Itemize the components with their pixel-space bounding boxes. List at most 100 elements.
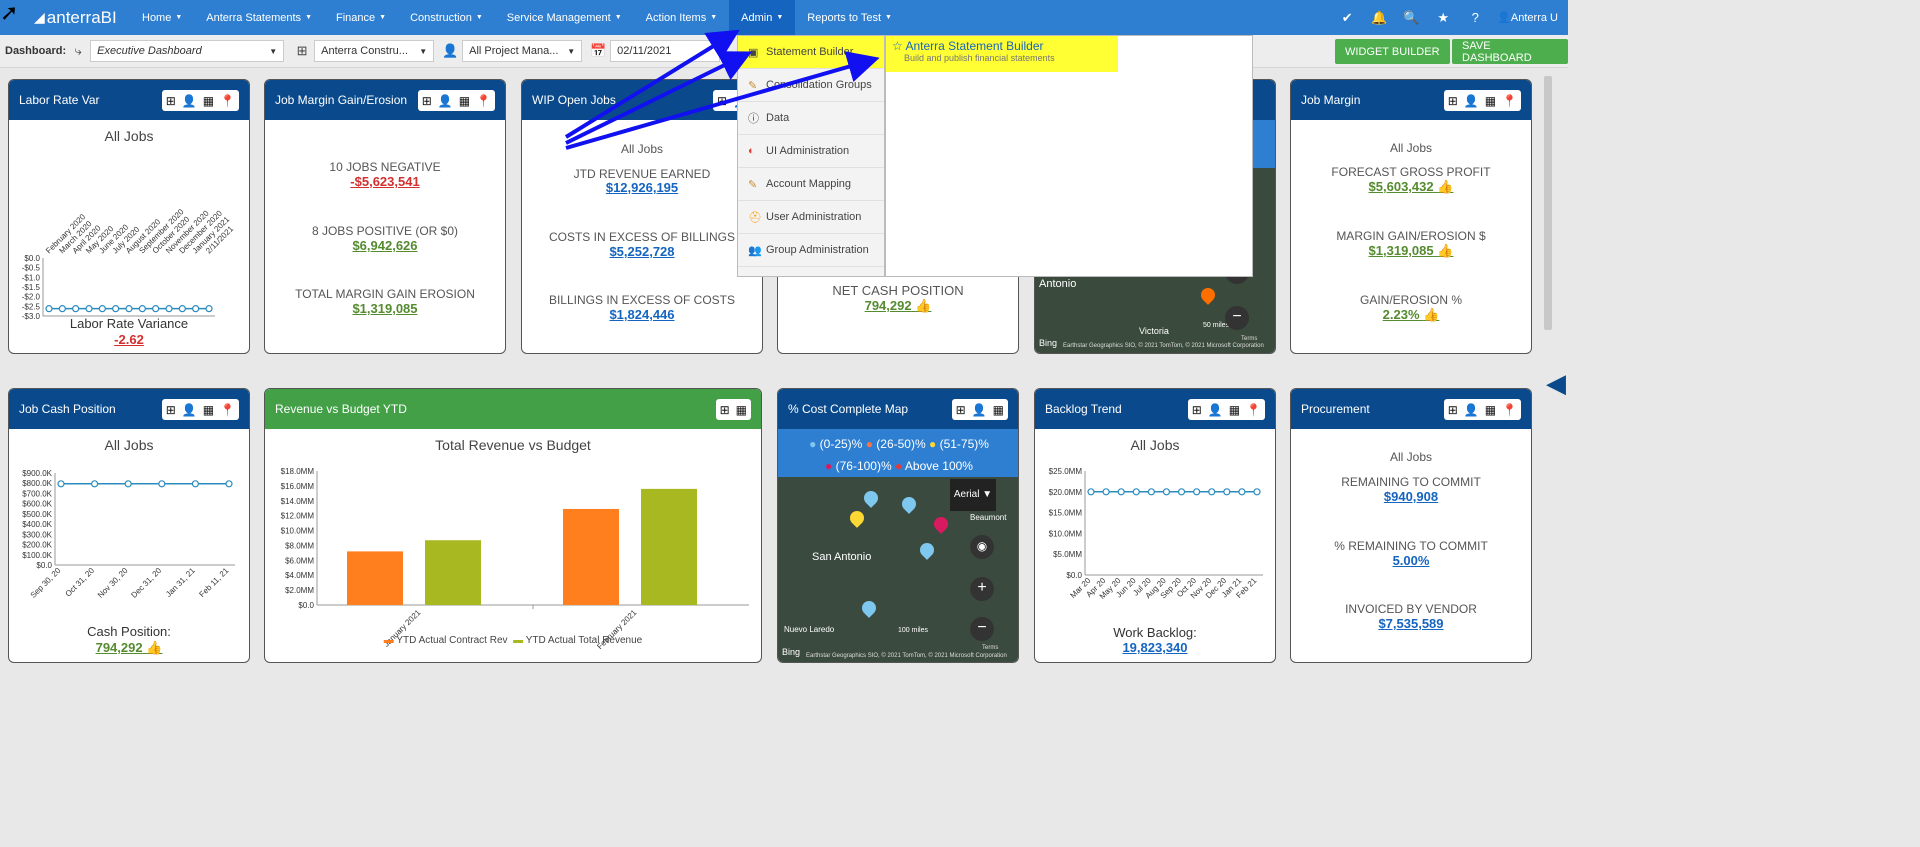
manager-select[interactable]: All Project Mana... ▼: [462, 40, 583, 62]
y-tick-label: $100.0K: [22, 551, 52, 560]
hierarchy-icon[interactable]: ⊞: [1192, 403, 1202, 417]
y-tick-label: $4.0MM: [285, 571, 314, 580]
company-select[interactable]: Anterra Constru... ▼: [314, 40, 435, 62]
card-header: Job Margin Gain/Erosion ⊞ 👤 ▦ 📍: [265, 80, 505, 120]
map-pin-icon[interactable]: [917, 540, 937, 560]
star-icon[interactable]: ★: [1427, 10, 1459, 26]
y-tick-label: $0.0: [1066, 571, 1082, 580]
thumbs-up-icon: 👍: [915, 298, 932, 313]
calendar-icon[interactable]: ▦: [1229, 403, 1240, 417]
user-icon: 👤: [1497, 12, 1511, 24]
date-input[interactable]: 02/11/2021: [610, 40, 721, 62]
menu-item-statement-builder[interactable]: ▣ Statement Builder: [738, 36, 884, 69]
zoom-in-icon[interactable]: +: [970, 577, 994, 601]
card-tools: ⊞ 👤 ▦ 📍: [1443, 90, 1521, 111]
data-point: [1162, 488, 1171, 496]
calendar-icon[interactable]: ▦: [203, 403, 214, 417]
nav-home[interactable]: Home ▼: [130, 0, 194, 35]
map-pin-icon[interactable]: [861, 488, 881, 508]
hierarchy-icon[interactable]: ⊞: [166, 94, 176, 108]
calendar-icon[interactable]: ▦: [736, 403, 747, 417]
org-chart-icon: ⊞: [296, 43, 308, 58]
nav-service-management[interactable]: Service Management ▼: [495, 0, 634, 35]
dashboard-select[interactable]: Executive Dashboard ▼: [90, 40, 285, 62]
nav-reports-to-test[interactable]: Reports to Test ▼: [795, 0, 904, 35]
mouse-cursor-icon: ➚: [0, 0, 19, 25]
footer-value[interactable]: -2.62: [9, 332, 249, 347]
data-point: [1223, 488, 1231, 496]
person-icon[interactable]: 👤: [182, 94, 197, 108]
user-menu[interactable]: 👤Anterra U: [1497, 11, 1558, 24]
hierarchy-icon[interactable]: ⊞: [422, 94, 432, 108]
pin-icon[interactable]: 📍: [476, 94, 491, 108]
dashboard-label: Dashboard:: [5, 45, 67, 57]
person-icon[interactable]: 👤: [182, 403, 197, 417]
menu-item-group-administration[interactable]: 👥 Group Administration: [738, 234, 884, 267]
hierarchy-icon[interactable]: ⊞: [166, 403, 176, 417]
zoom-out-icon[interactable]: −: [1225, 306, 1249, 330]
side-panel-toggle-icon[interactable]: ◀: [1546, 368, 1566, 399]
admin-dropdown-menu: ▣ Statement Builder ✎ Consolidation Groups…: [737, 35, 885, 277]
check-icon[interactable]: ✔: [1331, 10, 1363, 26]
nav-admin[interactable]: Admin ▼: [729, 0, 796, 35]
calendar-icon[interactable]: ▦: [1485, 403, 1496, 417]
person-icon[interactable]: 👤: [1464, 403, 1479, 417]
save-dashboard-button[interactable]: SAVE DASHBOARD: [1452, 39, 1568, 64]
map-pin-icon[interactable]: [847, 508, 867, 528]
calendar-icon: 📅: [590, 43, 607, 58]
hierarchy-icon[interactable]: ⊞: [956, 403, 966, 417]
pin-icon[interactable]: 📍: [1502, 403, 1517, 417]
map-pin-icon[interactable]: [899, 494, 919, 514]
menu-item-account-mapping[interactable]: ✎ Account Mapping: [738, 168, 884, 201]
data-point: [45, 305, 53, 313]
y-tick-label: $2.0MM: [285, 586, 314, 595]
menu-item-consolidation-groups[interactable]: ✎ Consolidation Groups: [738, 69, 884, 102]
pin-icon[interactable]: 📍: [220, 403, 235, 417]
nav-anterra-statements[interactable]: Anterra Statements ▼: [194, 0, 324, 35]
card-tools: ⊞ 👤 ▦ 📍: [161, 399, 239, 420]
wrench-icon: ✎: [748, 178, 758, 191]
help-icon[interactable]: ?: [1459, 10, 1491, 25]
app-logo[interactable]: ◢ anterraBI: [34, 8, 130, 28]
pin-icon[interactable]: 📍: [1246, 403, 1261, 417]
pin-icon[interactable]: 📍: [220, 94, 235, 108]
widget-builder-button[interactable]: WIDGET BUILDER: [1335, 39, 1450, 64]
calendar-icon[interactable]: ▦: [1485, 94, 1496, 108]
calendar-icon[interactable]: ▦: [993, 403, 1004, 417]
hierarchy-icon[interactable]: ⊞: [720, 403, 730, 417]
y-tick-label: $5.0MM: [1053, 550, 1082, 559]
menu-item-user-administration[interactable]: ⛑ User Administration: [738, 201, 884, 234]
bar: [641, 488, 697, 605]
hierarchy-icon[interactable]: ⊞: [1448, 94, 1458, 108]
person-icon[interactable]: 👤: [1208, 403, 1223, 417]
locate-icon[interactable]: ◉: [970, 535, 994, 559]
map-pin-icon[interactable]: [859, 598, 879, 618]
search-icon[interactable]: 🔍: [1395, 10, 1427, 26]
person-icon[interactable]: 👤: [1464, 94, 1479, 108]
page-scrollbar[interactable]: ◀: [1542, 68, 1568, 692]
hierarchy-icon[interactable]: ⊞: [1448, 403, 1458, 417]
map-pin-icon[interactable]: [931, 514, 951, 534]
map-area[interactable]: Aerial ▼ San Antonio Beaumont Nuevo Lare…: [778, 477, 1018, 662]
person-icon[interactable]: 👤: [438, 94, 453, 108]
nav-action-items[interactable]: Action Items ▼: [634, 0, 729, 35]
menu-item-data[interactable]: ⓘ Data: [738, 102, 884, 135]
hierarchy-icon[interactable]: ⊞: [717, 94, 727, 108]
map-pin-icon[interactable]: [1198, 285, 1218, 305]
pin-icon[interactable]: 📍: [1502, 94, 1517, 108]
nav-construction[interactable]: Construction ▼: [398, 0, 495, 35]
scrollbar-thumb[interactable]: [1544, 76, 1552, 330]
data-point: [192, 305, 200, 313]
aerial-select[interactable]: Aerial ▼: [950, 479, 996, 511]
nav-finance[interactable]: Finance ▼: [324, 0, 398, 35]
bar: [347, 551, 403, 605]
card-header: Backlog Trend ⊞ 👤 ▦ 📍: [1035, 389, 1275, 429]
bell-icon[interactable]: 🔔: [1363, 10, 1395, 26]
share-icon[interactable]: ⤷: [66, 43, 90, 59]
calendar-icon[interactable]: ▦: [459, 94, 470, 108]
calendar-icon[interactable]: ▦: [203, 94, 214, 108]
person-icon[interactable]: 👤: [972, 403, 987, 417]
zoom-out-icon[interactable]: −: [970, 617, 994, 641]
submenu-item-anterra-statement-builder[interactable]: ☆ Anterra Statement Builder Build and pu…: [886, 36, 1118, 72]
menu-item-ui-administration[interactable]: ◐ UI Administration: [738, 135, 884, 168]
